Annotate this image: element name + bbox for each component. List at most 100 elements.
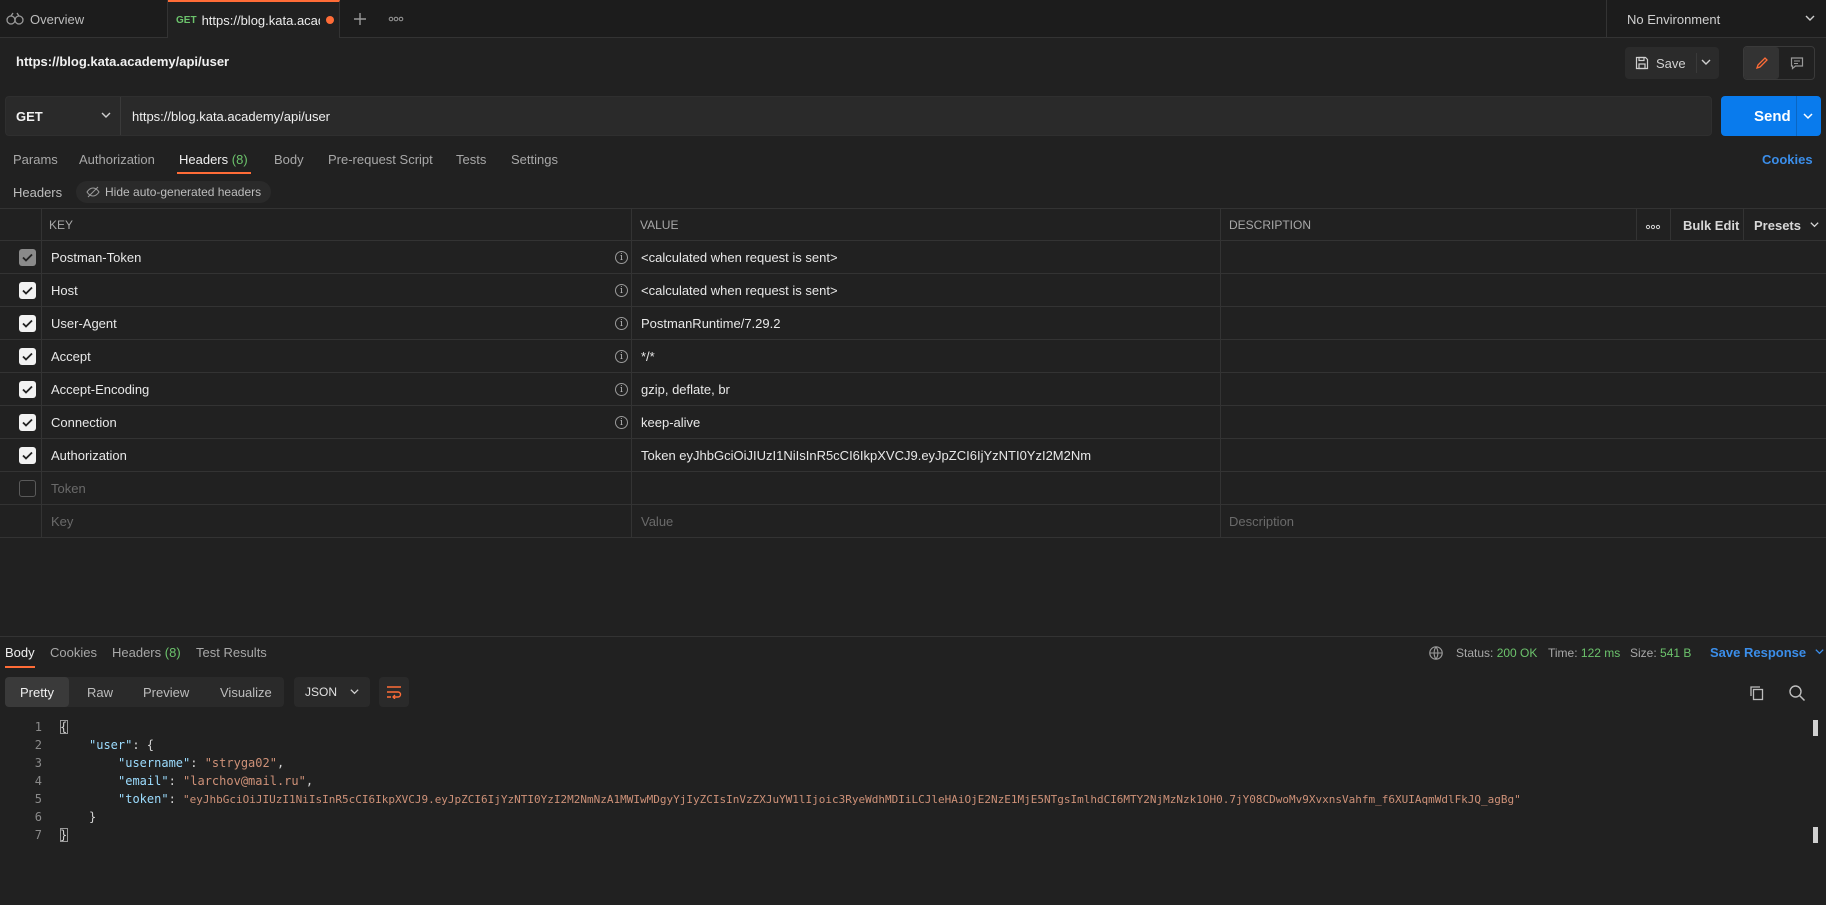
send-button[interactable]: Send: [1721, 96, 1821, 136]
size-readout[interactable]: Size: 541 B: [1630, 646, 1691, 660]
response-tab-headers-label: Headers: [112, 645, 162, 660]
row-checkbox[interactable]: [19, 447, 36, 464]
view-preview[interactable]: Preview: [143, 677, 189, 707]
line-number: 5: [34, 792, 42, 806]
view-visualize[interactable]: Visualize: [220, 677, 272, 707]
save-response-button[interactable]: Save Response: [1710, 645, 1825, 660]
tab-headers[interactable]: Headers (8): [179, 152, 248, 167]
tab-options-button[interactable]: [378, 0, 414, 38]
tab-bar: Overview GET https://blog.kata.academy/a…: [0, 0, 1826, 38]
url-bar: GET https://blog.kata.academy/api/user: [5, 96, 1712, 136]
time-value: 122 ms: [1580, 646, 1621, 660]
line-number: 1: [34, 720, 42, 734]
tab-authorization[interactable]: Authorization: [79, 152, 155, 167]
method-select[interactable]: GET: [6, 97, 121, 135]
new-value-input[interactable]: Value: [641, 514, 673, 529]
pencil-icon: [1755, 57, 1768, 70]
row-checkbox[interactable]: [19, 381, 36, 398]
tab-pre-request-label: Pre-request Script: [328, 152, 433, 167]
environment-select[interactable]: No Environment: [1606, 0, 1826, 38]
url-input[interactable]: https://blog.kata.academy/api/user: [132, 97, 330, 135]
format-select[interactable]: JSON: [294, 677, 370, 707]
header-key[interactable]: Accept: [51, 349, 91, 364]
response-tab-cookies[interactable]: Cookies: [50, 645, 97, 660]
info-icon[interactable]: i: [615, 317, 628, 330]
code-text: }: [89, 810, 97, 824]
presets-button[interactable]: Presets: [1754, 218, 1820, 233]
wrap-lines-button[interactable]: [379, 677, 409, 707]
code-line: 2 "user": {: [0, 736, 1810, 754]
row-checkbox[interactable]: [19, 348, 36, 365]
response-tab-headers[interactable]: Headers (8): [112, 645, 181, 660]
code-line: 4 "email": "larchov@mail.ru",: [0, 772, 1810, 790]
edit-mode-button[interactable]: [1744, 47, 1779, 79]
time-readout[interactable]: Time: 122 ms: [1548, 646, 1620, 660]
row-checkbox[interactable]: [19, 480, 36, 497]
new-tab-button[interactable]: [342, 0, 378, 38]
view-raw[interactable]: Raw: [87, 677, 113, 707]
tab-pre-request-script[interactable]: Pre-request Script: [328, 152, 433, 167]
header-key[interactable]: Connection: [51, 415, 117, 430]
tab-request[interactable]: GET https://blog.kata.academy/api/user: [168, 0, 340, 38]
col-key: KEY: [49, 218, 74, 232]
scrollbar-marker[interactable]: [1813, 827, 1818, 843]
header-key[interactable]: Token: [51, 481, 86, 496]
row-checkbox[interactable]: [19, 315, 36, 332]
scrollbar-marker[interactable]: [1813, 720, 1818, 736]
header-value[interactable]: <calculated when request is sent>: [641, 250, 838, 265]
more-options-button[interactable]: [1645, 218, 1661, 233]
copy-icon[interactable]: [1748, 684, 1766, 702]
overview-icon: [6, 12, 24, 25]
chevron-down-icon[interactable]: [1699, 55, 1713, 69]
row-checkbox[interactable]: [19, 414, 36, 431]
response-tab-body[interactable]: Body: [5, 645, 35, 660]
row-checkbox[interactable]: [19, 249, 36, 266]
header-value[interactable]: PostmanRuntime/7.29.2: [641, 316, 780, 331]
header-value[interactable]: keep-alive: [641, 415, 700, 430]
search-icon[interactable]: [1788, 684, 1806, 702]
header-value[interactable]: <calculated when request is sent>: [641, 283, 838, 298]
globe-icon[interactable]: [1428, 645, 1444, 661]
tab-settings[interactable]: Settings: [511, 152, 558, 167]
chevron-down-icon[interactable]: [1801, 109, 1815, 123]
check-icon: [22, 418, 33, 427]
comment-mode-button[interactable]: [1779, 47, 1814, 79]
response-body[interactable]: 1 { 2 "user": { 3 "username": "stryga02"…: [0, 718, 1810, 844]
save-button[interactable]: Save: [1625, 47, 1719, 79]
col-value: VALUE: [640, 218, 679, 232]
info-icon[interactable]: i: [615, 383, 628, 396]
request-title[interactable]: https://blog.kata.academy/api/user: [16, 54, 229, 69]
header-key[interactable]: Host: [51, 283, 78, 298]
tab-headers-label: Headers: [179, 152, 229, 167]
tab-body[interactable]: Body: [274, 152, 304, 167]
info-icon[interactable]: i: [615, 416, 628, 429]
header-value[interactable]: Token eyJhbGciOiJIUzI1NiIsInR5cCI6IkpXVC…: [641, 448, 1091, 463]
header-key[interactable]: User-Agent: [51, 316, 117, 331]
code-line: 5 "token": "eyJhbGciOiJIUzI1NiIsInR5cCI6…: [0, 790, 1810, 808]
tab-tests-label: Tests: [456, 152, 487, 167]
mode-toggle: [1743, 46, 1815, 80]
row-checkbox[interactable]: [19, 282, 36, 299]
tab-params[interactable]: Params: [13, 152, 58, 167]
header-value[interactable]: */*: [641, 349, 655, 364]
header-key[interactable]: Postman-Token: [51, 250, 141, 265]
new-key-input[interactable]: Key: [51, 514, 73, 529]
response-divider[interactable]: [0, 636, 1826, 637]
tab-overview[interactable]: Overview: [0, 0, 168, 38]
info-icon[interactable]: i: [615, 350, 628, 363]
info-icon[interactable]: i: [615, 284, 628, 297]
new-description-input[interactable]: Description: [1229, 514, 1294, 529]
header-key[interactable]: Authorization: [51, 448, 127, 463]
hide-auto-headers-button[interactable]: Hide auto-generated headers: [76, 181, 272, 203]
view-pretty[interactable]: Pretty: [5, 677, 69, 707]
tab-tests[interactable]: Tests: [456, 152, 486, 167]
table-row: Token: [0, 472, 1826, 505]
cookies-link[interactable]: Cookies: [1762, 152, 1813, 167]
header-value[interactable]: gzip, deflate, br: [641, 382, 730, 397]
check-icon: [22, 451, 33, 460]
response-tab-test-results[interactable]: Test Results: [196, 645, 267, 660]
header-key[interactable]: Accept-Encoding: [51, 382, 149, 397]
info-icon[interactable]: i: [615, 251, 628, 264]
bulk-edit-button[interactable]: Bulk Edit: [1683, 218, 1739, 233]
status-readout[interactable]: Status: 200 OK: [1456, 646, 1537, 660]
